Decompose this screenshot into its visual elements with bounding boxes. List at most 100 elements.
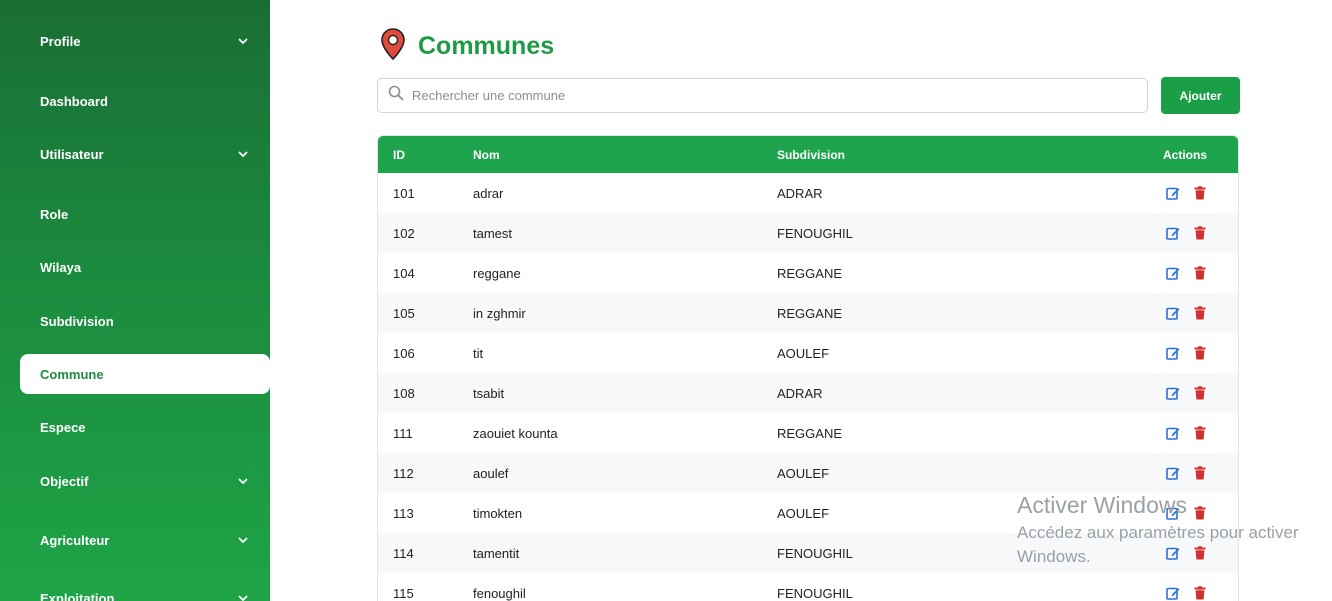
add-commune-button[interactable]: Ajouter bbox=[1161, 77, 1240, 114]
page-header: Communes bbox=[380, 28, 554, 65]
column-header-actions: Actions bbox=[1162, 147, 1207, 162]
cell-actions bbox=[1082, 186, 1238, 200]
sidebar-item-label: Exploitation bbox=[40, 590, 115, 601]
cell-actions bbox=[1082, 586, 1238, 600]
sidebar-item-agriculteur[interactable]: Agriculteur bbox=[20, 520, 270, 560]
sidebar-item-label: Agriculteur bbox=[40, 532, 110, 548]
table-row: 114 tamentit FENOUGHIL bbox=[378, 533, 1238, 573]
cell-id: 101 bbox=[393, 185, 415, 201]
table-body: 101 adrar ADRAR 102 tamest FENOUGHIL 104 reggan… bbox=[378, 173, 1238, 601]
cell-nom: tsabit bbox=[473, 385, 505, 401]
cell-nom: tit bbox=[473, 345, 484, 361]
sidebar-item-role[interactable]: Role bbox=[20, 194, 270, 234]
sidebar-item-profile[interactable]: Profile bbox=[20, 21, 270, 61]
edit-icon[interactable] bbox=[1166, 306, 1180, 320]
column-header-nom[interactable]: Nom bbox=[458, 148, 762, 162]
sidebar-item-label: Wilaya bbox=[40, 259, 82, 275]
trash-icon[interactable] bbox=[1193, 226, 1207, 240]
cell-subdivision: REGGANE bbox=[777, 305, 843, 321]
page-title: Communes bbox=[418, 32, 555, 60]
cell-actions bbox=[1082, 426, 1238, 440]
edit-icon[interactable] bbox=[1166, 266, 1180, 280]
sidebar-item-label: Utilisateur bbox=[40, 146, 104, 162]
sidebar-item-label: Role bbox=[40, 206, 69, 222]
column-header-subdivision[interactable]: Subdivision bbox=[762, 148, 1082, 162]
table-row: 108 tsabit ADRAR bbox=[378, 373, 1238, 413]
sidebar-item-objectif[interactable]: Objectif bbox=[20, 461, 270, 501]
cell-id: 115 bbox=[393, 585, 414, 601]
cell-actions bbox=[1082, 346, 1238, 360]
sidebar-item-wilaya[interactable]: Wilaya bbox=[20, 247, 270, 287]
cell-actions bbox=[1082, 386, 1238, 400]
cell-id: 106 bbox=[393, 345, 415, 361]
chevron-down-icon bbox=[238, 149, 248, 159]
search-icon bbox=[388, 85, 404, 106]
map-pin-icon bbox=[380, 28, 406, 65]
communes-table: ID Nom Subdivision Actions 101 adrar ADRAR… bbox=[377, 135, 1239, 601]
sidebar-item-utilisateur[interactable]: Utilisateur bbox=[20, 134, 270, 174]
cell-actions bbox=[1082, 266, 1238, 280]
edit-icon[interactable] bbox=[1166, 466, 1180, 480]
trash-icon[interactable] bbox=[1193, 306, 1207, 320]
cell-nom: adrar bbox=[473, 185, 504, 201]
table-header: ID Nom Subdivision Actions bbox=[378, 136, 1238, 173]
table-row: 105 in zghmir REGGANE bbox=[378, 293, 1238, 333]
sidebar-item-label: Espece bbox=[40, 419, 86, 435]
trash-icon[interactable] bbox=[1193, 586, 1207, 600]
edit-icon[interactable] bbox=[1166, 506, 1180, 520]
edit-icon[interactable] bbox=[1166, 546, 1180, 560]
chevron-down-icon bbox=[238, 36, 248, 46]
cell-id: 102 bbox=[393, 225, 415, 241]
edit-icon[interactable] bbox=[1166, 346, 1180, 360]
chevron-down-icon bbox=[238, 593, 248, 601]
sidebar-item-dashboard[interactable]: Dashboard bbox=[20, 81, 270, 121]
column-header-id[interactable]: ID bbox=[378, 148, 458, 162]
sidebar-item-label: Subdivision bbox=[40, 313, 114, 329]
trash-icon[interactable] bbox=[1193, 186, 1207, 200]
sidebar-item-subdivision[interactable]: Subdivision bbox=[20, 301, 270, 341]
sidebar-item-espece[interactable]: Espece bbox=[20, 407, 270, 447]
cell-nom: aoulef bbox=[473, 465, 509, 481]
edit-icon[interactable] bbox=[1166, 426, 1180, 440]
cell-id: 105 bbox=[393, 305, 415, 321]
search-input[interactable] bbox=[412, 80, 1147, 111]
trash-icon[interactable] bbox=[1193, 346, 1207, 360]
cell-subdivision: AOULEF bbox=[777, 465, 830, 481]
cell-subdivision: ADRAR bbox=[777, 185, 823, 201]
trash-icon[interactable] bbox=[1193, 546, 1207, 560]
sidebar: Profile Dashboard Utilisateur Role Wilay… bbox=[0, 0, 270, 601]
edit-icon[interactable] bbox=[1166, 226, 1180, 240]
trash-icon[interactable] bbox=[1193, 506, 1207, 520]
cell-id: 114 bbox=[393, 545, 414, 561]
sidebar-item-commune[interactable]: Commune bbox=[20, 354, 270, 394]
sidebar-item-exploitation[interactable]: Exploitation bbox=[20, 578, 270, 601]
edit-icon[interactable] bbox=[1166, 186, 1180, 200]
cell-actions bbox=[1082, 306, 1238, 320]
cell-nom: tamentit bbox=[473, 545, 520, 561]
table-row: 115 fenoughil FENOUGHIL bbox=[378, 573, 1238, 601]
table-row: 106 tit AOULEF bbox=[378, 333, 1238, 373]
table-row: 111 zaouiet kounta REGGANE bbox=[378, 413, 1238, 453]
sidebar-item-label: Objectif bbox=[40, 473, 89, 489]
table-row: 112 aoulef AOULEF bbox=[378, 453, 1238, 493]
search-box bbox=[377, 78, 1148, 113]
cell-nom: tamest bbox=[473, 225, 513, 241]
cell-nom: timokten bbox=[473, 505, 523, 521]
chevron-down-icon bbox=[238, 535, 248, 545]
table-row: 113 timokten AOULEF bbox=[378, 493, 1238, 533]
trash-icon[interactable] bbox=[1193, 266, 1207, 280]
sidebar-item-label: Profile bbox=[40, 33, 81, 49]
trash-icon[interactable] bbox=[1193, 386, 1207, 400]
trash-icon[interactable] bbox=[1193, 426, 1207, 440]
cell-nom: zaouiet kounta bbox=[473, 425, 558, 441]
edit-icon[interactable] bbox=[1166, 386, 1180, 400]
cell-subdivision: AOULEF bbox=[777, 345, 830, 361]
cell-id: 104 bbox=[393, 265, 415, 281]
chevron-down-icon bbox=[238, 476, 248, 486]
table-row: 101 adrar ADRAR bbox=[378, 173, 1238, 213]
trash-icon[interactable] bbox=[1193, 466, 1207, 480]
cell-id: 112 bbox=[393, 465, 414, 481]
edit-icon[interactable] bbox=[1166, 586, 1180, 600]
main-content: Communes Ajouter ID Nom Subdivision Acti… bbox=[270, 0, 1332, 601]
cell-actions bbox=[1082, 546, 1238, 560]
